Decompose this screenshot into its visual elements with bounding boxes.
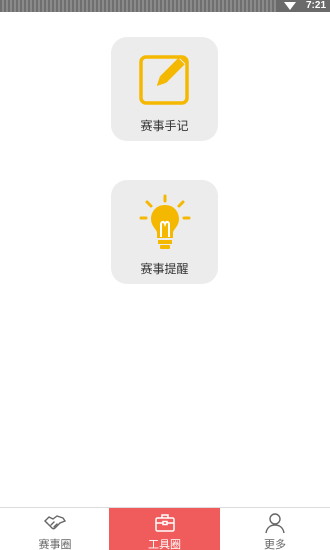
bottom-nav: 赛事圈 工具圈 更多	[0, 507, 330, 550]
user-icon	[265, 513, 285, 534]
nav-label: 更多	[264, 538, 286, 550]
nav-label: 工具圈	[148, 538, 181, 550]
status-time: 7:21	[305, 0, 326, 11]
edit-note-icon	[138, 55, 189, 105]
status-bar: 7:21	[0, 0, 330, 12]
handshake-icon	[44, 515, 66, 530]
tool-card-reminder[interactable]: 赛事提醒	[111, 180, 218, 284]
tool-card-notes[interactable]: 赛事手记	[111, 37, 218, 141]
nav-label: 赛事圈	[38, 538, 72, 550]
tool-card-label: 赛事提醒	[140, 262, 189, 276]
nav-item-tools[interactable]: 工具圈	[109, 508, 220, 550]
lightbulb-icon	[139, 194, 190, 249]
wifi-icon	[284, 2, 296, 10]
tool-card-label: 赛事手记	[140, 119, 189, 133]
toolbox-icon	[154, 514, 175, 532]
nav-item-event-circle[interactable]: 赛事圈	[0, 508, 110, 550]
nav-item-more[interactable]: 更多	[220, 508, 330, 550]
